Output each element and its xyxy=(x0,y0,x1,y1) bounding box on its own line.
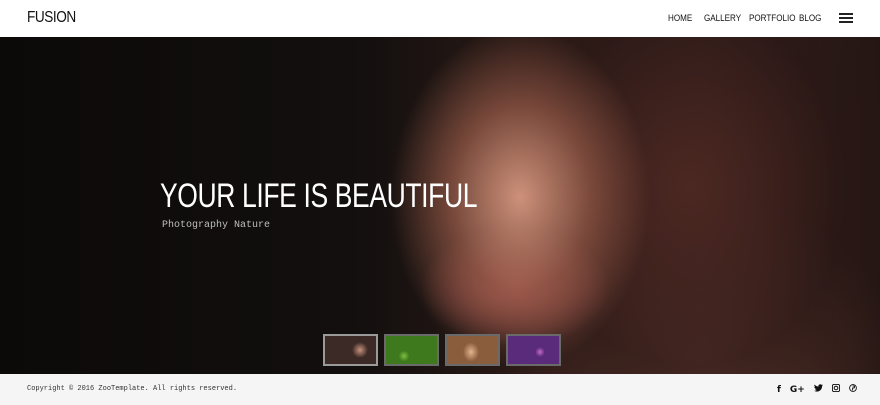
hamburger-menu-icon[interactable] xyxy=(839,13,853,23)
hero-slider: YOUR LIFE IS BEAUTIFUL Photography Natur… xyxy=(0,37,880,374)
thumbnail-portrait[interactable] xyxy=(323,334,378,366)
nav-portfolio[interactable]: PORTFOLIO xyxy=(749,13,796,24)
nav-gallery[interactable]: GALLERY xyxy=(704,13,741,24)
copyright-text: Copyright © 2016 ZooTemplate. All rights… xyxy=(27,385,238,393)
site-logo[interactable]: FUSION xyxy=(27,9,76,27)
social-links: f G+ xyxy=(777,383,857,395)
thumbnail-purple-flower[interactable] xyxy=(506,334,561,366)
thumbnail-blonde-portrait[interactable] xyxy=(445,334,500,366)
google-plus-icon[interactable]: G+ xyxy=(790,385,805,395)
facebook-icon[interactable]: f xyxy=(777,385,781,395)
slider-thumbnails xyxy=(323,334,561,366)
nav-blog[interactable]: BLOG xyxy=(799,13,821,24)
nav-home[interactable]: HOME xyxy=(668,13,692,24)
thumbnail-green-fruit[interactable] xyxy=(384,334,439,366)
hero-title: YOUR LIFE IS BEAUTIFUL xyxy=(160,177,478,215)
instagram-icon[interactable] xyxy=(831,383,840,395)
top-navbar: FUSION HOME GALLERY PORTFOLIO BLOG xyxy=(0,0,880,37)
twitter-icon[interactable] xyxy=(813,384,823,395)
pinterest-icon[interactable] xyxy=(849,384,857,395)
hero-subtitle: Photography Nature xyxy=(162,220,271,231)
footer: Copyright © 2016 ZooTemplate. All rights… xyxy=(0,374,880,405)
